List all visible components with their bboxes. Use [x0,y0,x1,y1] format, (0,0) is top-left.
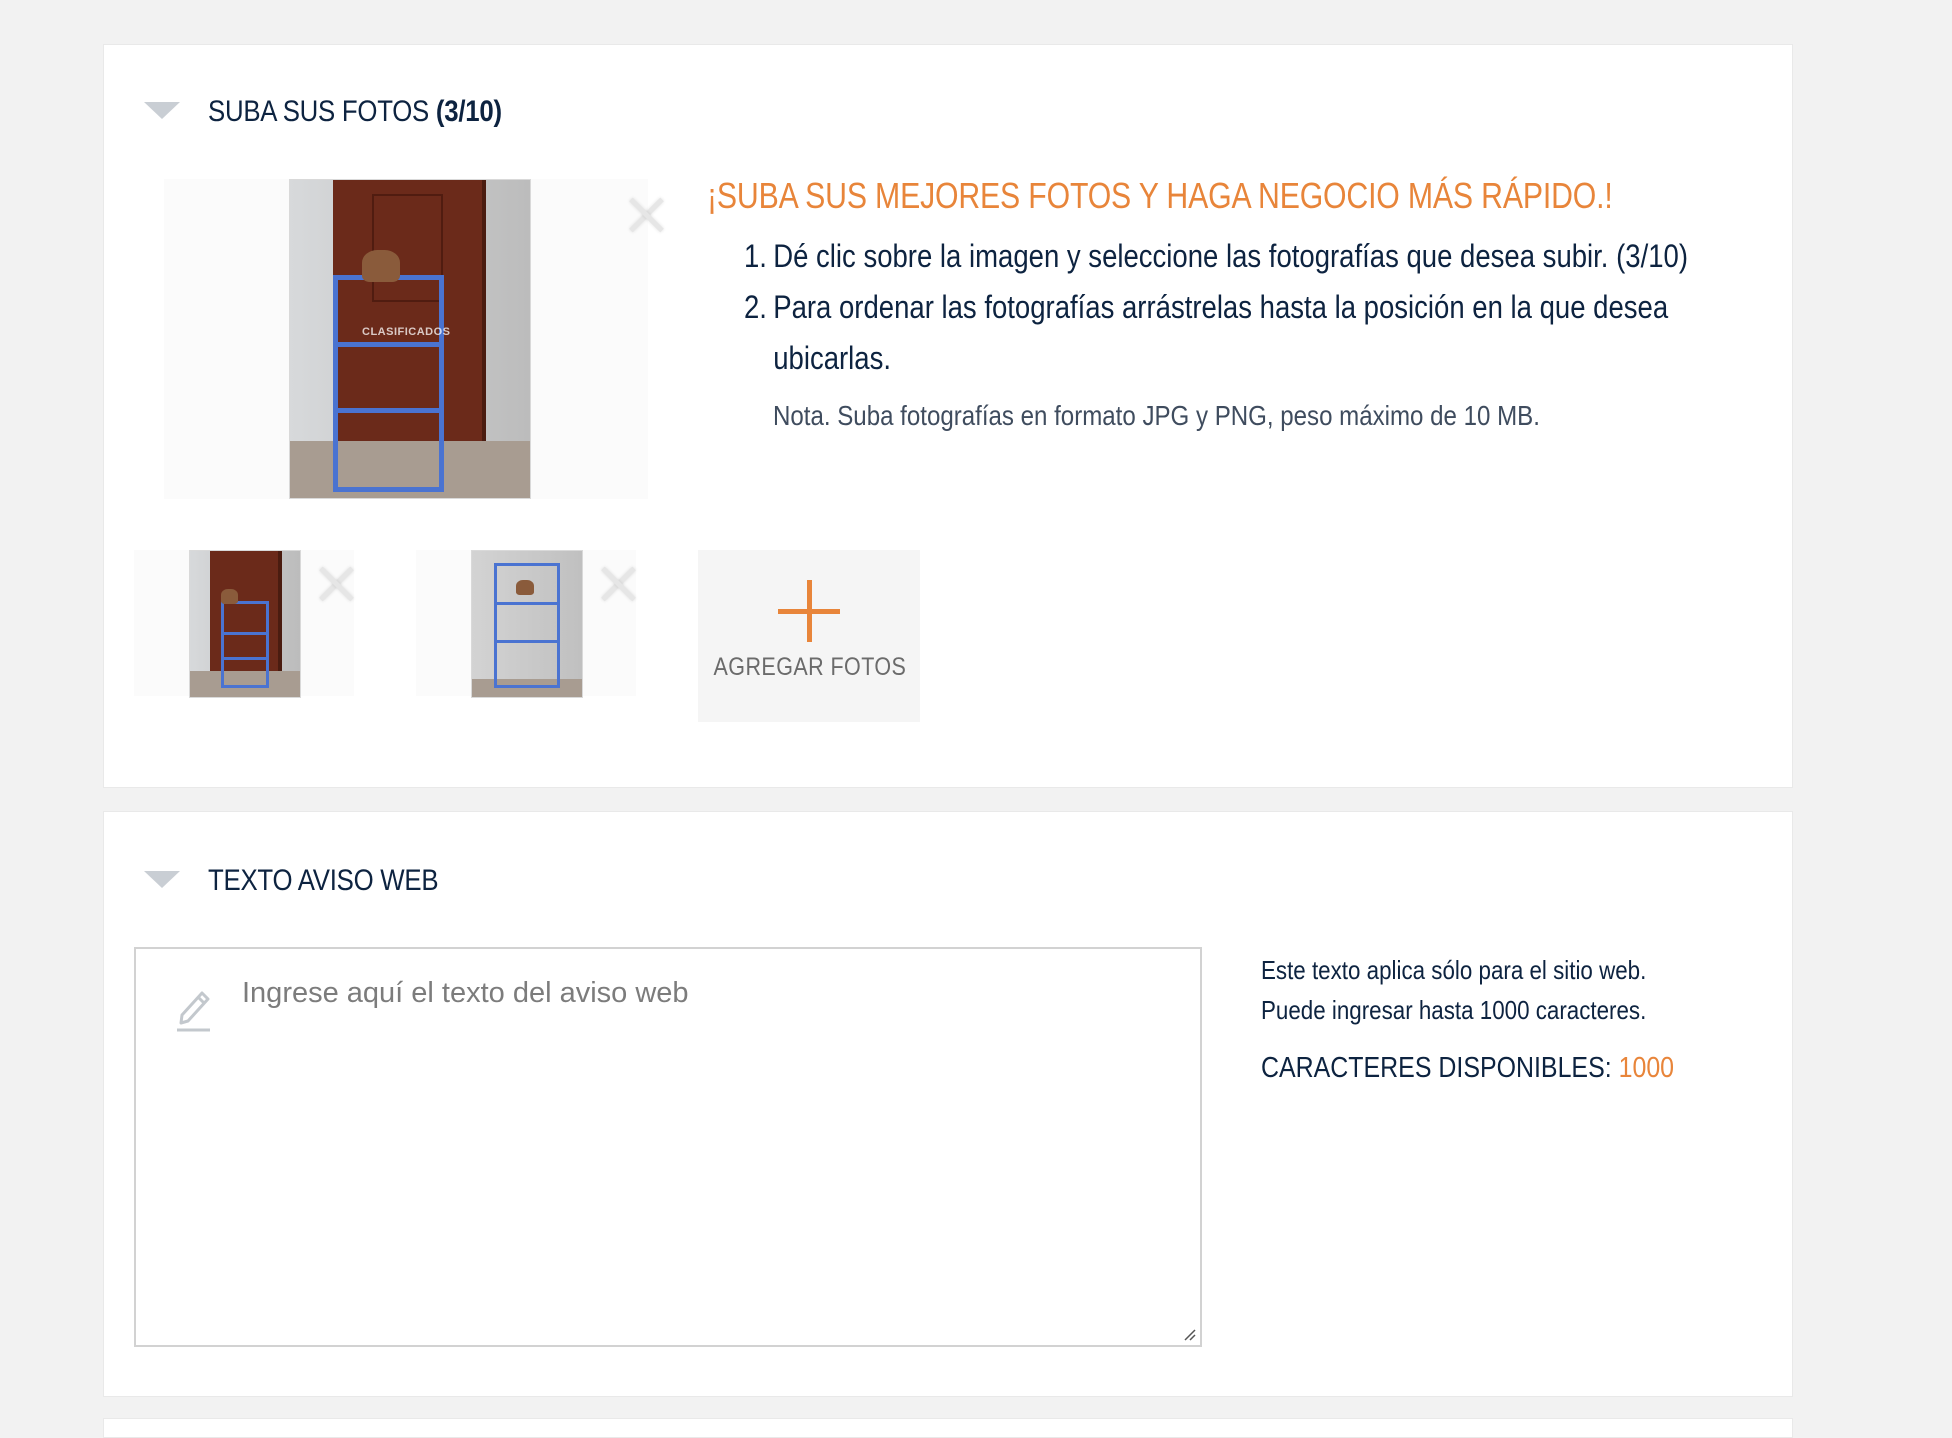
tips-item-number: 1. [743,238,767,274]
remove-thumbnail-close-icon[interactable] [312,560,360,608]
photo-shelf-bar [338,342,439,348]
collapse-triangle-icon[interactable] [144,870,180,888]
text-section-title: TEXTO AVISO WEB [208,864,439,897]
remove-thumbnail-close-icon[interactable] [594,560,642,608]
info-line-2: Puede ingresar hasta 1000 caracteres. [1261,995,1647,1025]
characters-counter: CARACTERES DISPONIBLES: 1000 [1261,1052,1674,1085]
tips-list: 1. Dé clic sobre la imagen y seleccione … [707,231,1696,384]
web-text-panel: TEXTO AVISO WEB Este texto aplica sólo p… [103,811,1793,1397]
photos-count: (3/10) [435,95,502,128]
counter-label: CARACTERES DISPONIBLES: [1261,1052,1612,1084]
collapse-triangle-icon[interactable] [144,101,180,119]
resize-handle-icon[interactable] [1182,1327,1196,1341]
tips-item-number: 2. [743,289,767,325]
add-photos-label: AGREGAR FOTOS [713,653,907,681]
photo-toy [220,588,239,604]
photo-shelf-bar [223,657,267,661]
tips-list-item: 2. Para ordenar las fotografías arrástre… [707,282,1696,384]
thumbnail-photo-2[interactable] [471,550,583,698]
photo-toy [516,580,534,595]
photo-shelf-bar [223,632,267,636]
plus-icon [778,580,840,642]
photo-shelf [220,600,270,689]
main-photo[interactable]: CLASIFICADOS [289,179,531,499]
photo-watermark: CLASIFICADOS [362,326,451,339]
tips-title: ¡SUBA SUS MEJORES FOTOS Y HAGA NEGOCIO M… [707,175,1613,216]
photo-shelf-bar [497,601,557,605]
info-line-1: Este texto aplica sólo para el sitio web… [1261,955,1647,985]
photos-panel: SUBA SUS FOTOS (3/10) CLASIFICADOS AGREG… [103,44,1793,788]
web-text-info: Este texto aplica sólo para el sitio web… [1261,950,1721,1085]
web-text-field[interactable] [134,947,1202,1347]
photo-shelf-bar [338,408,439,414]
tips-note: Nota. Suba fotografías en formato JPG y … [773,400,1540,431]
text-section-header[interactable]: TEXTO AVISO WEB [144,864,476,898]
remove-photo-close-icon[interactable] [622,191,670,239]
photos-section-header[interactable]: SUBA SUS FOTOS (3/10) [144,95,550,129]
next-panel [103,1418,1793,1438]
main-photo-slot[interactable]: CLASIFICADOS [164,179,648,499]
photo-tips: ¡SUBA SUS MEJORES FOTOS Y HAGA NEGOCIO M… [707,175,1757,432]
photo-toy [362,249,401,282]
photo-shelf [333,275,444,492]
tips-item-text: Dé clic sobre la imagen y seleccione las… [773,238,1688,274]
thumbnail-photo-1[interactable] [189,550,301,698]
tips-list-item: 1. Dé clic sobre la imagen y seleccione … [707,231,1696,282]
tips-item-text: Para ordenar las fotografías arrástrelas… [773,289,1669,376]
photos-section-title: SUBA SUS FOTOS (3/10) [208,95,502,129]
pencil-icon [177,991,210,1032]
thumbnail-slot-2[interactable] [416,550,636,698]
photo-shelf-bar [497,639,557,643]
web-text-textarea[interactable] [242,977,1172,1307]
thumbnail-slot-1[interactable] [134,550,354,698]
counter-value: 1000 [1618,1052,1675,1084]
photos-title-text: SUBA SUS FOTOS [208,95,430,128]
add-photos-button[interactable]: AGREGAR FOTOS [698,550,920,722]
